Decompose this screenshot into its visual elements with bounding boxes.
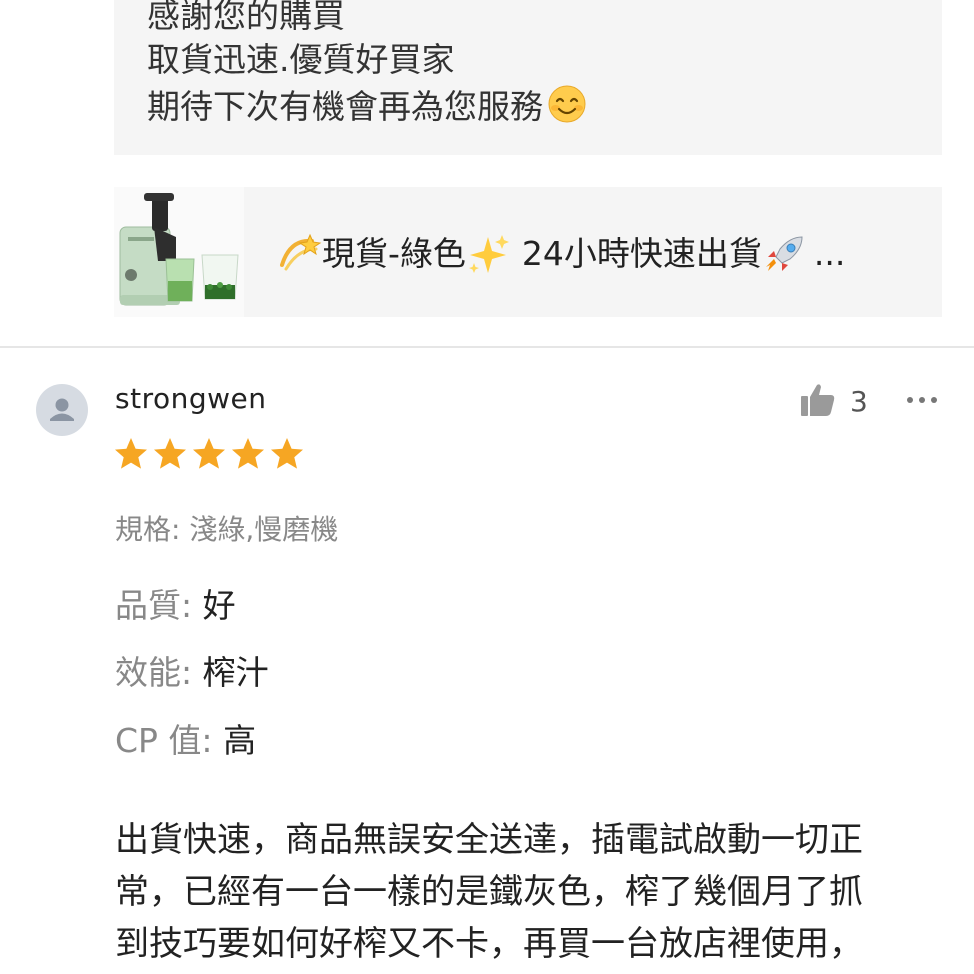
avatar[interactable] bbox=[36, 384, 88, 436]
review-attribute-performance: 效能: 榨汁 bbox=[115, 646, 269, 694]
juicer-image bbox=[114, 187, 244, 317]
reviewer-username[interactable]: strongwen bbox=[115, 382, 267, 415]
more-options-icon[interactable] bbox=[904, 385, 940, 415]
seller-reply: 感謝您的購買 取貨迅速.優質好買家 期待下次有機會再為您服務 bbox=[114, 0, 942, 155]
attribute-key: 品質: bbox=[115, 586, 193, 625]
review-body-line: 出貨快速，商品無誤安全送達，插電試啟動一切正 bbox=[115, 820, 863, 860]
product-name-variant: 現貨-綠色 bbox=[322, 234, 466, 273]
like-count: 3 bbox=[850, 385, 868, 418]
seller-reply-line: 取貨迅速.優質好買家 bbox=[147, 40, 455, 79]
review-body: 出貨快速，商品無誤安全送達，插電試啟動一切正 常，已經有一台一樣的是鐵灰色，榨了… bbox=[115, 814, 945, 970]
review-body-line: 到技巧要如何好榨又不卡，再買一台放店裡使用， bbox=[115, 924, 863, 964]
product-thumbnail[interactable] bbox=[114, 187, 244, 317]
review-body-line: 常，已經有一台一樣的是鐵灰色，榨了幾個月了抓 bbox=[115, 872, 863, 912]
product-name-ellipsis: ... bbox=[813, 234, 846, 273]
rocket-icon bbox=[765, 236, 803, 271]
star-icon bbox=[154, 438, 186, 469]
thumbs-up-icon[interactable] bbox=[798, 380, 838, 420]
seller-reply-line: 感謝您的購買 bbox=[147, 0, 345, 35]
star-icon bbox=[193, 438, 225, 469]
star-icon bbox=[115, 438, 147, 469]
smiling-face-icon bbox=[548, 85, 586, 123]
review-attribute-quality: 品質: 好 bbox=[115, 579, 236, 627]
user-icon bbox=[50, 398, 74, 421]
star-rating bbox=[113, 436, 305, 472]
attribute-value: 高 bbox=[223, 721, 257, 760]
review-attribute-value-for-money: CP 值: 高 bbox=[115, 714, 256, 762]
review-page: 感謝您的購買 取貨迅速.優質好買家 期待下次有機會再為您服務 現貨-綠色 24小… bbox=[0, 0, 974, 974]
star-icon bbox=[271, 438, 303, 469]
attribute-value: 好 bbox=[202, 586, 236, 625]
product-variation: 規格: 淺綠,慢磨機 bbox=[115, 513, 339, 546]
product-link[interactable]: 現貨-綠色 24小時快速出貨 ... bbox=[244, 187, 942, 317]
star-icon bbox=[232, 438, 264, 469]
attribute-value: 榨汁 bbox=[202, 653, 269, 692]
attribute-key: 效能: bbox=[115, 653, 193, 692]
product-name-shipping: 24小時快速出貨 bbox=[521, 234, 762, 273]
seller-reply-line: 期待下次有機會再為您服務 bbox=[147, 84, 587, 127]
sparkles-icon bbox=[468, 235, 509, 273]
product-name: 現貨-綠色 24小時快速出貨 ... bbox=[276, 231, 845, 277]
attribute-key: CP 值: bbox=[115, 721, 213, 760]
section-divider bbox=[0, 346, 974, 348]
dizzy-icon bbox=[280, 233, 322, 271]
